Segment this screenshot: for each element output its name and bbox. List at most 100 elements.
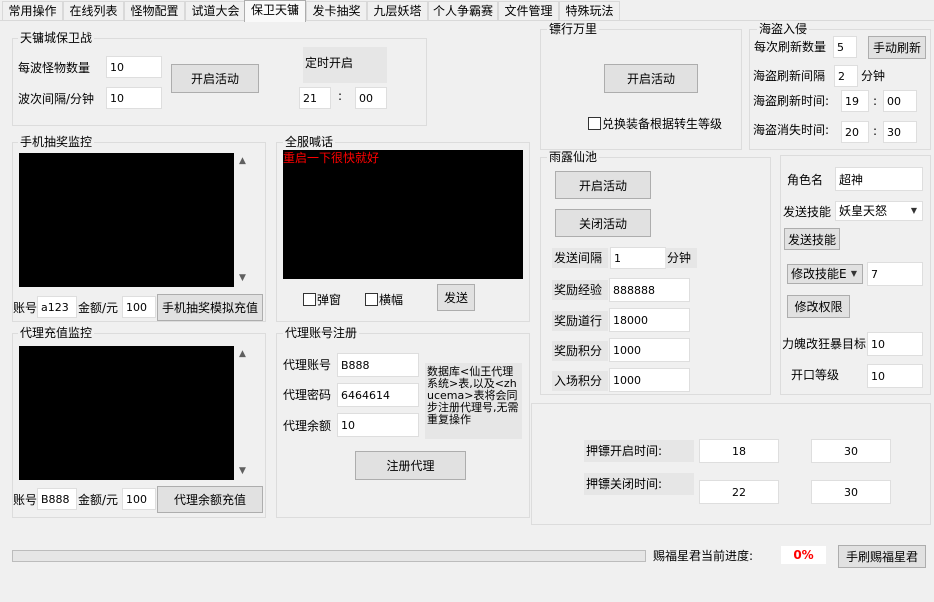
refresh-interval-label: 海盗刷新间隔: [753, 69, 826, 83]
refresh-hour-input[interactable]: [841, 90, 869, 112]
vanish-time-label: 海盗消失时间:: [753, 123, 830, 137]
agent-reg-password-label: 代理密码: [283, 388, 332, 402]
tab-common-ops[interactable]: 常用操作: [2, 1, 63, 20]
escort-close-label: 押镖关闭时间:: [584, 473, 694, 495]
yulu-entry-label: 入场积分: [552, 371, 608, 391]
agent-recharge-scrollbar[interactable]: ▲ ▼: [234, 346, 251, 480]
broadcast-send-button[interactable]: 发送: [437, 284, 475, 311]
yulu-dao-input[interactable]: [609, 308, 690, 332]
phone-recharge-button[interactable]: 手机抽奖模拟充值: [157, 294, 263, 321]
yulu-title: 雨露仙池: [547, 150, 600, 164]
escort-open-minute-input[interactable]: [811, 439, 891, 463]
escort-open-hour-input[interactable]: [699, 439, 779, 463]
send-skill-label: 发送技能: [783, 205, 832, 219]
scroll-up-icon[interactable]: ▲: [234, 153, 251, 170]
scroll-up-icon[interactable]: ▲: [234, 346, 251, 363]
agent-reg-balance-input[interactable]: [337, 413, 419, 437]
blessing-progress-bar: [12, 550, 646, 562]
biaoxing-start-button[interactable]: 开启活动: [604, 64, 698, 93]
vanish-hour-input[interactable]: [841, 121, 869, 143]
yulu-exp-input[interactable]: [609, 278, 690, 302]
skill-select[interactable]: 妖皇天怒 ▼: [835, 201, 923, 221]
vanish-minute-input[interactable]: [883, 121, 917, 143]
tab-defend-tianyong[interactable]: 保卫天镛: [244, 0, 306, 22]
phone-account-input[interactable]: [37, 296, 77, 318]
wave-interval-label: 波次间隔/分钟: [18, 92, 95, 106]
banner-label: 横幅: [379, 293, 404, 307]
wave-monsters-input[interactable]: [106, 56, 162, 78]
refresh-interval-unit: 分钟: [861, 69, 886, 83]
yulu-start-button[interactable]: 开启活动: [555, 171, 651, 199]
phone-lottery-title: 手机抽奖监控: [18, 135, 95, 149]
refresh-count-input[interactable]: [833, 36, 857, 58]
yulu-entry-input[interactable]: [609, 368, 690, 392]
yulu-points-label: 奖励积分: [552, 341, 608, 361]
yulu-interval-label: 发送间隔: [552, 248, 608, 268]
tab-special-play[interactable]: 特殊玩法: [559, 1, 620, 20]
agent-amount-label: 金额/元: [78, 493, 119, 507]
escort-open-label: 押镖开启时间:: [584, 440, 694, 462]
agent-reg-account-label: 代理账号: [283, 358, 332, 372]
timer-minute-input[interactable]: [355, 87, 387, 109]
defense-start-button[interactable]: 开启活动: [171, 64, 259, 93]
broadcast-textarea[interactable]: 重启一下很快就好: [283, 150, 523, 279]
popup-checkbox[interactable]: [303, 293, 316, 306]
refresh-interval-input[interactable]: [834, 65, 858, 87]
banner-checkbox[interactable]: [365, 293, 378, 306]
yulu-exp-label: 奖励经验: [552, 280, 608, 300]
wave-interval-input[interactable]: [106, 87, 162, 109]
phone-lottery-scrollbar[interactable]: ▲ ▼: [234, 153, 251, 287]
chevron-down-icon[interactable]: ▼: [906, 202, 922, 220]
send-skill-button[interactable]: 发送技能: [784, 228, 840, 250]
agent-account-label: 账号: [13, 493, 38, 507]
agent-reg-password-input[interactable]: [337, 383, 419, 407]
agent-reg-note: 数据库<仙王代理系统>表,以及<zhucema>表将会同步注册代理号,无需重复操…: [425, 363, 522, 439]
register-agent-button[interactable]: 注册代理: [355, 451, 466, 480]
yulu-interval-input[interactable]: [610, 247, 666, 269]
tab-card-lottery[interactable]: 发卡抽奖: [306, 1, 367, 20]
manual-blessing-button[interactable]: 手刷赐福星君: [838, 545, 926, 568]
timer-label: 定时开启: [303, 47, 387, 83]
scroll-down-icon[interactable]: ▼: [234, 270, 251, 287]
modify-permission-button[interactable]: 修改权限: [787, 295, 850, 318]
tab-monster-config[interactable]: 怪物配置: [124, 1, 185, 20]
rage-target-input[interactable]: [867, 332, 923, 356]
blessing-progress-label: 赐福星君当前进度:: [653, 549, 754, 563]
phone-amount-input[interactable]: [122, 296, 156, 318]
modify-skill-select[interactable]: 修改技能E ▼: [787, 264, 863, 284]
agent-reg-account-input[interactable]: [337, 353, 419, 377]
yulu-points-input[interactable]: [609, 338, 690, 362]
broadcast-title: 全服喊话: [283, 135, 336, 149]
timer-hour-input[interactable]: [299, 87, 331, 109]
escort-close-hour-input[interactable]: [699, 480, 779, 504]
refresh-time-label: 海盗刷新时间:: [753, 94, 830, 108]
escort-close-minute-input[interactable]: [811, 480, 891, 504]
manual-refresh-button[interactable]: 手动刷新: [868, 36, 926, 59]
tab-trial-contest[interactable]: 试道大会: [185, 1, 246, 20]
refresh-minute-input[interactable]: [883, 90, 917, 112]
chevron-down-icon[interactable]: ▼: [846, 265, 862, 283]
wave-monsters-label: 每波怪物数量: [18, 61, 91, 75]
yulu-stop-button[interactable]: 关闭活动: [555, 209, 651, 237]
pirate-title: 海盗入侵: [757, 22, 810, 36]
phone-account-label: 账号: [13, 301, 38, 315]
open-level-input[interactable]: [867, 364, 923, 388]
role-name-input[interactable]: [835, 167, 923, 191]
scroll-down-icon[interactable]: ▼: [234, 463, 251, 480]
tab-nine-tower[interactable]: 九层妖塔: [367, 1, 428, 20]
yulu-dao-label: 奖励道行: [552, 311, 608, 331]
timer-colon: :: [338, 89, 343, 103]
tab-personal-contest[interactable]: 个人争霸赛: [428, 1, 498, 20]
exchange-checkbox[interactable]: [588, 117, 601, 130]
agent-amount-input[interactable]: [122, 488, 156, 510]
defense-title: 天镛城保卫战: [18, 31, 95, 45]
agent-recharge-log[interactable]: ▲ ▼: [19, 346, 251, 480]
tab-online-list[interactable]: 在线列表: [63, 1, 124, 20]
tab-file-manage[interactable]: 文件管理: [498, 1, 559, 20]
agent-account-input[interactable]: [37, 488, 77, 510]
agent-recharge-button[interactable]: 代理余额充值: [157, 486, 263, 513]
phone-lottery-log[interactable]: ▲ ▼: [19, 153, 251, 287]
modify-skill-number-input[interactable]: [867, 262, 923, 286]
agent-register-title: 代理账号注册: [283, 326, 360, 340]
escort-group: [531, 403, 931, 525]
